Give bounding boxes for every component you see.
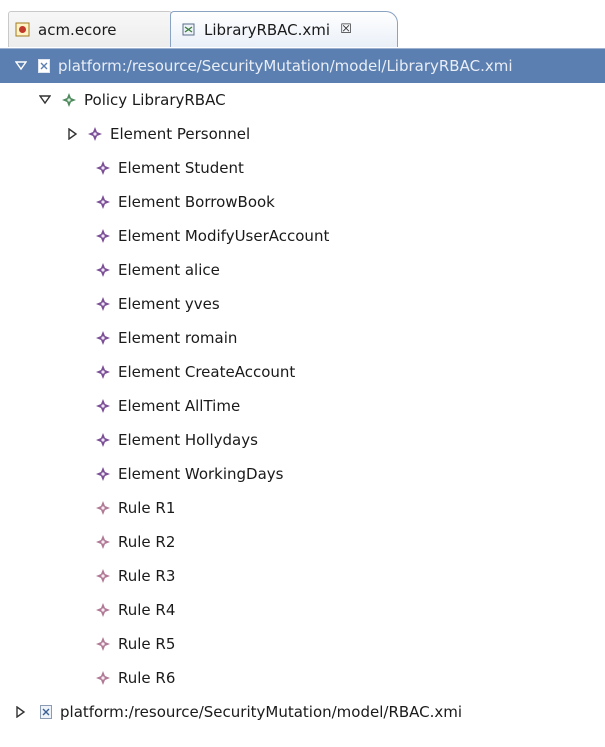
tree-item-element[interactable]: Element AllTime [0, 389, 605, 423]
element-label: Element romain [118, 329, 238, 347]
element-icon [96, 365, 110, 379]
element-icon [96, 263, 110, 277]
policy-label: Policy LibraryRBAC [84, 91, 226, 109]
tree-item-rule[interactable]: Rule R1 [0, 491, 605, 525]
element-label: Element WorkingDays [118, 465, 284, 483]
element-label: Element yves [118, 295, 220, 313]
tree-item-rule[interactable]: Rule R6 [0, 661, 605, 695]
tree-item-resource[interactable]: platform:/resource/SecurityMutation/mode… [0, 49, 605, 83]
element-label: Element Student [118, 159, 244, 177]
rule-icon [96, 637, 110, 651]
collapse-arrow-icon[interactable] [66, 127, 80, 141]
rule-icon [96, 501, 110, 515]
rule-icon [96, 603, 110, 617]
element-icon [88, 127, 102, 141]
tree-item-resource[interactable]: platform:/resource/SecurityMutation/mode… [0, 695, 605, 729]
tab-label: acm.ecore [38, 20, 117, 39]
expand-arrow-icon[interactable] [14, 59, 28, 73]
tree-item-element[interactable]: Element Hollydays [0, 423, 605, 457]
tab-label: LibraryRBAC.xmi [204, 20, 331, 39]
tree-item-rule[interactable]: Rule R2 [0, 525, 605, 559]
rule-label: Rule R3 [118, 567, 176, 585]
tree-item-element[interactable]: Element CreateAccount [0, 355, 605, 389]
element-icon [96, 161, 110, 175]
element-icon [96, 467, 110, 481]
model-editor: acm.ecore LibraryRBAC.xmi ☒ platform:/re… [0, 0, 605, 747]
element-icon [96, 195, 110, 209]
element-icon [96, 331, 110, 345]
element-label: Element Hollydays [118, 431, 258, 449]
rule-icon [96, 535, 110, 549]
tab-acm-ecore[interactable]: acm.ecore [8, 11, 172, 47]
element-label: Element alice [118, 261, 220, 279]
tree-item-policy[interactable]: Policy LibraryRBAC [0, 83, 605, 117]
rule-label: Rule R6 [118, 669, 176, 687]
rule-icon [96, 569, 110, 583]
element-label: Element BorrowBook [118, 193, 275, 211]
element-icon [96, 433, 110, 447]
rule-label: Rule R2 [118, 533, 176, 551]
rule-label: Rule R5 [118, 635, 176, 653]
resource-path: platform:/resource/SecurityMutation/mode… [60, 703, 463, 721]
xmi-file-icon [40, 705, 52, 719]
tree-item-element[interactable]: Element alice [0, 253, 605, 287]
collapse-arrow-icon[interactable] [14, 705, 28, 719]
element-icon [96, 297, 110, 311]
rule-icon [96, 671, 110, 685]
tree-item-rule[interactable]: Rule R3 [0, 559, 605, 593]
rule-label: Rule R1 [118, 499, 176, 517]
tree-item-element[interactable]: Element BorrowBook [0, 185, 605, 219]
tree-item-element[interactable]: Element romain [0, 321, 605, 355]
xmi-file-icon [38, 59, 50, 73]
resource-tree: platform:/resource/SecurityMutation/mode… [0, 49, 605, 729]
element-icon [96, 399, 110, 413]
policy-icon [62, 93, 76, 107]
element-label: Element Personnel [110, 125, 251, 143]
expand-arrow-icon[interactable] [38, 93, 52, 107]
element-label: Element ModifyUserAccount [118, 227, 330, 245]
tree-item-element[interactable]: Element Student [0, 151, 605, 185]
element-label: Element AllTime [118, 397, 241, 415]
close-icon[interactable]: ☒ [340, 22, 352, 37]
tab-libraryrbac-xmi[interactable]: LibraryRBAC.xmi ☒ [170, 11, 398, 47]
element-icon [96, 229, 110, 243]
tree-item-element[interactable]: Element ModifyUserAccount [0, 219, 605, 253]
element-label: Element CreateAccount [118, 363, 296, 381]
tree-item-rule[interactable]: Rule R4 [0, 593, 605, 627]
xmi-file-icon [182, 23, 195, 36]
tree-item-element[interactable]: Element yves [0, 287, 605, 321]
rule-label: Rule R4 [118, 601, 176, 619]
tree-item-element[interactable]: Element Personnel [0, 117, 605, 151]
resource-path: platform:/resource/SecurityMutation/mode… [58, 57, 513, 75]
tree-item-element[interactable]: Element WorkingDays [0, 457, 605, 491]
ecore-file-icon [15, 22, 30, 37]
editor-tab-bar: acm.ecore LibraryRBAC.xmi ☒ [0, 0, 605, 49]
tree-item-rule[interactable]: Rule R5 [0, 627, 605, 661]
